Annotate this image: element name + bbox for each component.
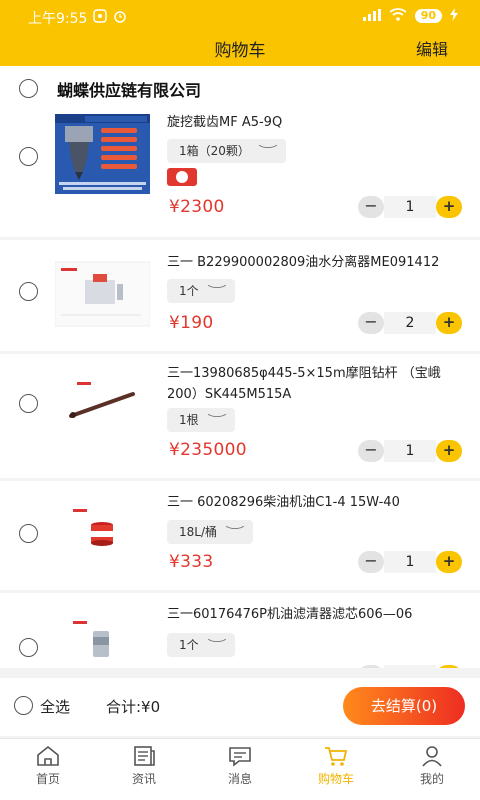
increase-button[interactable]: + xyxy=(436,665,462,668)
increase-button[interactable]: + xyxy=(436,196,462,218)
product-image[interactable] xyxy=(55,493,150,573)
tab-label: 消息 xyxy=(227,772,252,786)
charging-icon xyxy=(450,8,458,24)
spec-selector[interactable]: 1个 ︶ xyxy=(167,279,235,303)
item-select-radio[interactable] xyxy=(19,147,38,166)
product-price: ¥190 xyxy=(169,313,214,333)
chevron-down-icon: ︶ xyxy=(207,638,227,652)
quantity-stepper[interactable]: − 1 + xyxy=(358,440,462,462)
item-select-radio[interactable] xyxy=(19,282,38,301)
tab-profile[interactable]: 我的 xyxy=(384,745,480,787)
spec-value: 1个 xyxy=(179,638,199,652)
spec-value: 18L/桶 xyxy=(179,525,217,539)
spec-selector[interactable]: 1箱（20颗） ︶ xyxy=(167,139,286,163)
increase-button[interactable]: + xyxy=(436,551,462,573)
cart-item: 旋挖截齿MF A5-9Q 1箱（20颗） ︶ ¥2300 − 1 + xyxy=(0,112,480,237)
edit-button[interactable]: 编辑 xyxy=(416,36,448,60)
item-select-radio[interactable] xyxy=(19,524,38,543)
decrease-button[interactable]: − xyxy=(358,665,384,668)
product-image[interactable] xyxy=(55,364,150,444)
tab-messages[interactable]: 消息 xyxy=(192,745,288,787)
battery-indicator: 90 xyxy=(414,9,442,23)
decrease-button[interactable]: − xyxy=(358,551,384,573)
item-select-radio[interactable] xyxy=(19,394,38,413)
spec-value: 1个 xyxy=(179,284,199,298)
chevron-down-icon: ︶ xyxy=(225,525,245,539)
spec-selector[interactable]: 1个 ︶ xyxy=(167,633,235,657)
store-name: 蝴蝶供应链有限公司 xyxy=(57,81,202,100)
spec-selector[interactable]: 18L/桶 ︶ xyxy=(167,520,254,544)
checkout-bar: 全选 合计:¥0 去结算(0) xyxy=(0,678,480,736)
cart-list[interactable]: 蝴蝶供应链有限公司 旋挖截齿MF A5-9Q 1箱（20颗） ︶ ¥2300 −… xyxy=(0,66,480,668)
quantity-input[interactable]: 2 xyxy=(384,312,436,334)
spec-value: 1根 xyxy=(179,413,199,427)
product-name[interactable]: 三一 B229900002809油水分离器ME091412 xyxy=(167,252,467,273)
tab-label: 购物车 xyxy=(317,772,354,786)
total-amount: 合计:¥0 xyxy=(106,698,161,716)
tab-news[interactable]: 资讯 xyxy=(96,745,192,787)
increase-button[interactable]: + xyxy=(436,312,462,334)
select-all-radio[interactable] xyxy=(14,696,33,715)
news-icon xyxy=(134,746,155,766)
page-title: 购物车 xyxy=(214,41,266,61)
cart-item: 三一13980685φ445-5×15m摩阻钻杆 （宝峨200）SK445M51… xyxy=(0,354,480,478)
decrease-button[interactable]: − xyxy=(358,440,384,462)
cart-icon xyxy=(325,747,348,766)
wifi-icon xyxy=(389,8,407,24)
store-header: 蝴蝶供应链有限公司 xyxy=(0,66,480,112)
promo-badge-icon xyxy=(167,168,197,186)
spec-value: 1箱（20颗） xyxy=(179,144,250,158)
cart-item: 三一 60208296柴油机油C1-4 15W-40 18L/桶 ︶ ¥333 … xyxy=(0,481,480,590)
product-name[interactable]: 三一 60208296柴油机油C1-4 15W-40 xyxy=(167,492,467,513)
product-price: ¥333 xyxy=(169,552,214,572)
tab-label: 首页 xyxy=(35,772,60,786)
status-time: 上午9:55 xyxy=(28,11,88,27)
product-image[interactable] xyxy=(54,254,151,334)
cart-item: 三一 B229900002809油水分离器ME091412 1个 ︶ ¥190 … xyxy=(0,240,480,351)
product-price: ¥235000 xyxy=(169,440,247,460)
store-select-radio[interactable] xyxy=(19,79,38,98)
select-all-label[interactable]: 全选 xyxy=(40,696,70,717)
tab-home[interactable]: 首页 xyxy=(0,745,96,787)
quantity-input[interactable]: 1 xyxy=(384,196,436,218)
notification-icon xyxy=(93,9,108,27)
quantity-input[interactable]: 1 xyxy=(384,551,436,573)
decrease-button[interactable]: − xyxy=(358,196,384,218)
quantity-input[interactable]: 1 xyxy=(384,440,436,462)
item-select-radio[interactable] xyxy=(19,638,38,657)
bottom-tab-bar: 首页 资讯 消息 购物车 我的 xyxy=(0,738,480,800)
product-name[interactable]: 三一60176476P机油滤清器滤芯606—06 xyxy=(167,604,467,625)
signal-icon xyxy=(362,8,381,24)
tab-label: 资讯 xyxy=(131,772,156,786)
profile-icon xyxy=(422,746,442,767)
chevron-down-icon: ︶ xyxy=(258,144,278,158)
quantity-input[interactable] xyxy=(384,665,436,668)
alarm-icon xyxy=(113,9,127,27)
quantity-stepper[interactable]: − + xyxy=(358,665,462,668)
product-image[interactable] xyxy=(55,607,150,668)
product-name[interactable]: 三一13980685φ445-5×15m摩阻钻杆 （宝峨200）SK445M51… xyxy=(167,363,467,405)
increase-button[interactable]: + xyxy=(436,440,462,462)
quantity-stepper[interactable]: − 1 + xyxy=(358,551,462,573)
tab-label: 我的 xyxy=(419,772,444,786)
status-bar: 上午9:55 90 xyxy=(0,0,480,32)
product-image[interactable] xyxy=(55,114,150,194)
quantity-stepper[interactable]: − 1 + xyxy=(358,196,462,218)
home-icon xyxy=(37,745,59,766)
message-icon xyxy=(229,747,251,767)
cart-item: 三一60176476P机油滤清器滤芯606—06 1个 ︶ − + xyxy=(0,593,480,668)
decrease-button[interactable]: − xyxy=(358,312,384,334)
title-bar: 购物车 编辑 xyxy=(0,32,480,66)
quantity-stepper[interactable]: − 2 + xyxy=(358,312,462,334)
chevron-down-icon: ︶ xyxy=(207,413,227,427)
chevron-down-icon: ︶ xyxy=(207,284,227,298)
checkout-button[interactable]: 去结算(0) xyxy=(343,687,465,725)
product-price: ¥2300 xyxy=(169,197,225,217)
tab-cart[interactable]: 购物车 xyxy=(288,745,384,787)
product-name[interactable]: 旋挖截齿MF A5-9Q xyxy=(167,112,467,133)
spec-selector[interactable]: 1根 ︶ xyxy=(167,408,235,432)
